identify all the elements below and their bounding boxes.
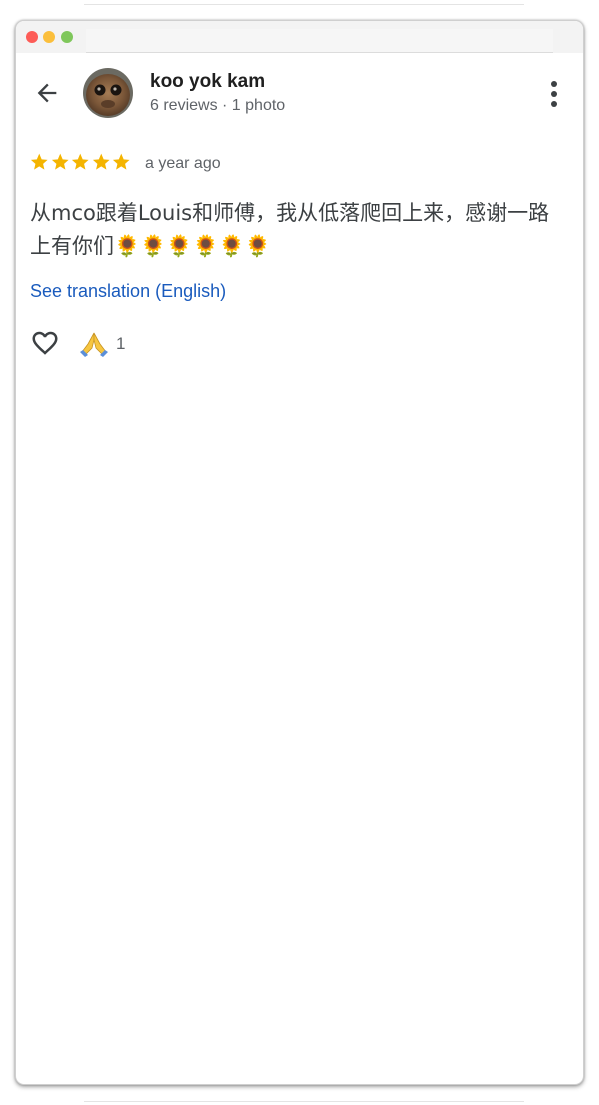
see-translation-link[interactable]: See translation (English) — [30, 281, 226, 302]
profile-photo — [83, 68, 133, 118]
reviewer-name[interactable]: koo yok kam — [150, 71, 265, 93]
review-body: 从mco跟着Louis和师傅，我从低落爬回上来，感谢一路上有你们 — [30, 201, 550, 258]
star-icon — [30, 153, 48, 170]
sunflower-icon: 🌻🌻🌻🌻🌻🌻 — [114, 234, 271, 258]
reaction-count: 1 — [116, 334, 126, 353]
folded-hands-icon[interactable] — [79, 330, 109, 358]
window-titlebar — [16, 21, 583, 53]
like-button[interactable] — [28, 328, 62, 358]
back-arrow-icon — [37, 83, 57, 103]
app-window: koo yok kam 6 reviews · 1 photo a year a… — [15, 20, 584, 1085]
review-text: 从mco跟着Louis和师傅，我从低落爬回上来，感谢一路上有你们🌻🌻🌻🌻🌻🌻 — [30, 197, 570, 263]
heart-outline-icon — [32, 331, 58, 355]
star-icon — [92, 153, 110, 170]
star-rating — [29, 152, 132, 174]
divider — [84, 4, 524, 5]
close-window-button[interactable] — [26, 31, 38, 43]
more-vert-icon — [551, 81, 557, 87]
more-vert-icon-dot — [551, 101, 557, 107]
folded-hands-icon-graphic — [80, 332, 108, 357]
reviewer-meta: 6 reviews · 1 photo — [150, 97, 286, 114]
divider — [84, 1101, 524, 1102]
more-options-button[interactable] — [544, 79, 564, 109]
more-vert-icon-dot — [551, 91, 557, 97]
star-icon — [112, 153, 130, 170]
minimize-window-button[interactable] — [43, 31, 55, 43]
back-button[interactable] — [30, 76, 64, 110]
maximize-window-button[interactable] — [61, 31, 73, 43]
star-icon — [51, 153, 69, 170]
star-icon — [71, 153, 89, 170]
avatar[interactable] — [83, 68, 133, 118]
review-date: a year ago — [145, 155, 221, 172]
address-bar — [86, 29, 553, 53]
